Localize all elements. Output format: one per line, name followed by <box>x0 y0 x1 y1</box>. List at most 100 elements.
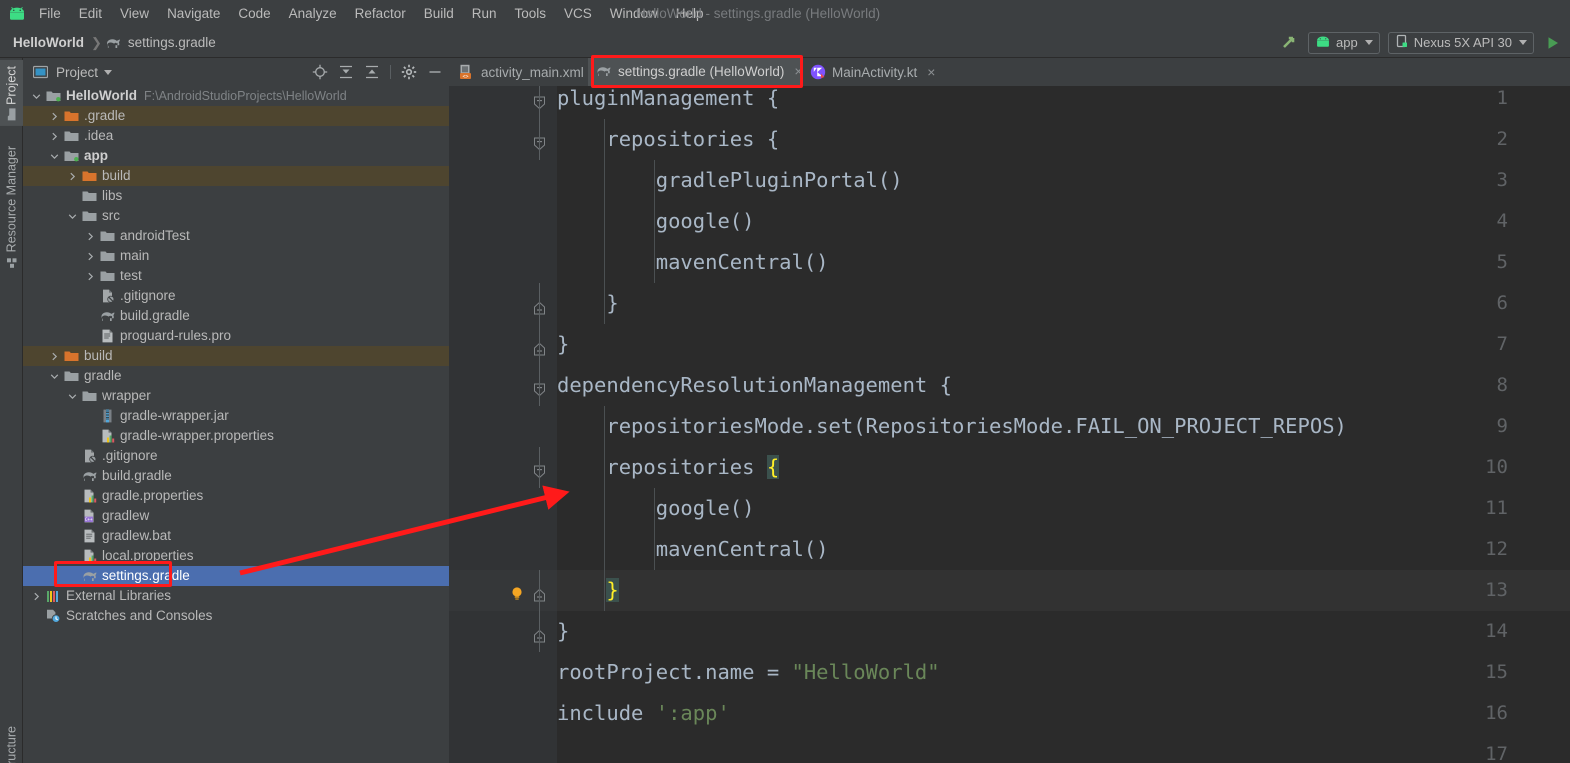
code-line[interactable]: mavenCentral() <box>557 529 829 570</box>
sidebar-tab-structure[interactable]: Structure <box>0 720 23 763</box>
expand-all-icon[interactable] <box>338 64 354 80</box>
code-line[interactable]: } <box>557 283 618 324</box>
line-number: 4 <box>1496 210 1508 232</box>
intention-bulb-icon[interactable] <box>510 583 524 600</box>
tree-item-wrapper[interactable]: wrapper <box>23 386 449 406</box>
code-line[interactable]: } <box>557 611 569 652</box>
chevron-down-icon[interactable] <box>31 91 42 102</box>
code-line[interactable]: rootProject.name = "HelloWorld" <box>557 652 940 693</box>
folder-icon <box>99 230 116 242</box>
tree-item-libs[interactable]: libs <box>23 186 449 206</box>
run-button[interactable] <box>1542 32 1564 54</box>
tree-item-helloworld[interactable]: HelloWorld F:\AndroidStudioProjects\Hello… <box>23 86 449 106</box>
tree-item--idea[interactable]: .idea <box>23 126 449 146</box>
code-line[interactable]: gradlePluginPortal() <box>557 160 903 201</box>
tree-item-src[interactable]: src <box>23 206 449 226</box>
chevron-down-icon[interactable] <box>49 151 60 162</box>
chevron-down-icon[interactable] <box>67 211 78 222</box>
code-line[interactable]: pluginManagement { <box>557 86 779 119</box>
folder-icon <box>63 130 80 142</box>
tree-item-settings-gradle[interactable]: settings.gradle <box>23 566 449 586</box>
locate-target-icon[interactable] <box>312 64 328 80</box>
code-line[interactable]: repositoriesMode.set(RepositoriesMode.FA… <box>557 406 1347 447</box>
tree-item--gradle[interactable]: .gradle <box>23 106 449 126</box>
code-line[interactable]: dependencyResolutionManagement { <box>557 365 952 406</box>
svg-text:<>: <> <box>462 74 468 80</box>
code-line[interactable]: mavenCentral() <box>557 242 829 283</box>
chevron-right-icon[interactable] <box>49 131 60 142</box>
tree-item-gradle-wrapper-properties[interactable]: gradle-wrapper.properties <box>23 426 449 446</box>
code-line[interactable]: repositories { <box>557 447 780 488</box>
tree-item-proguard-rules-pro[interactable]: proguard-rules.pro <box>23 326 449 346</box>
breadcrumb-project[interactable]: HelloWorld <box>10 35 87 50</box>
tree-item-build-gradle[interactable]: build.gradle <box>23 306 449 326</box>
menu-item-file[interactable]: File <box>30 3 70 24</box>
device-selector[interactable]: Nexus 5X API 30 <box>1387 31 1534 54</box>
chevron-right-icon[interactable] <box>85 251 96 262</box>
chevron-right-icon[interactable] <box>85 271 96 282</box>
tree-item-build[interactable]: build <box>23 166 449 186</box>
editor-gutter[interactable] <box>449 86 557 763</box>
tree-item-gradle[interactable]: gradle <box>23 366 449 386</box>
toolbar-divider <box>390 65 391 79</box>
tree-item-androidtest[interactable]: androidTest <box>23 226 449 246</box>
hide-minimize-icon[interactable] <box>427 64 443 80</box>
proguard-file-icon <box>99 329 116 343</box>
tree-item-main[interactable]: main <box>23 246 449 266</box>
code-line[interactable]: google() <box>557 201 755 242</box>
folder-icon <box>99 250 116 262</box>
menu-item-view[interactable]: View <box>111 3 158 24</box>
chevron-down-icon[interactable] <box>49 371 60 382</box>
chevron-right-icon[interactable] <box>49 351 60 362</box>
external-libraries-icon <box>45 590 62 603</box>
close-icon[interactable]: × <box>927 64 935 80</box>
code-line[interactable]: repositories { <box>557 119 779 160</box>
chevron-down-icon[interactable] <box>104 69 113 75</box>
breadcrumb-file[interactable]: settings.gradle <box>125 35 219 50</box>
chevron-down-icon <box>1519 40 1527 45</box>
sidebar-tab-project[interactable]: Project <box>0 60 23 126</box>
tree-item-test[interactable]: test <box>23 266 449 286</box>
code-line[interactable]: google() <box>557 488 755 529</box>
code-line[interactable]: } <box>557 570 619 611</box>
tree-item--gitignore[interactable]: .gitignore <box>23 446 449 466</box>
chevron-right-icon[interactable] <box>31 591 42 602</box>
menu-item-analyze[interactable]: Analyze <box>280 3 346 24</box>
menu-item-navigate[interactable]: Navigate <box>158 3 229 24</box>
tree-item--gitignore[interactable]: .gitignore <box>23 286 449 306</box>
project-file-tree[interactable]: HelloWorld F:\AndroidStudioProjects\Hello… <box>23 86 449 763</box>
tree-item-local-properties[interactable]: local.properties <box>23 546 449 566</box>
run-configuration-selector[interactable]: app <box>1308 31 1380 54</box>
tree-item-scratches-and-consoles[interactable]: Scratches and Consoles <box>23 606 449 626</box>
menu-item-edit[interactable]: Edit <box>70 3 111 24</box>
editor-tab-activitymain.xml[interactable]: <>activity_main.xml× <box>451 58 602 86</box>
tree-item-gradlew[interactable]: C++ gradlew <box>23 506 449 526</box>
code-line[interactable]: } <box>557 324 569 365</box>
code-line[interactable]: include ':app' <box>557 693 730 734</box>
menu-item-refactor[interactable]: Refactor <box>346 3 415 24</box>
tree-item-gradle-properties[interactable]: gradle.properties <box>23 486 449 506</box>
chevron-right-icon[interactable] <box>67 171 78 182</box>
sidebar-tab-resource-manager[interactable]: Resource Manager <box>0 140 23 273</box>
chevron-right-icon[interactable] <box>49 111 60 122</box>
editor-tab-settings.gradle[interactable]: settings.gradle (HelloWorld) × <box>588 58 803 86</box>
chevron-right-icon[interactable] <box>85 231 96 242</box>
menu-item-build[interactable]: Build <box>415 3 463 24</box>
menu-item-vcs[interactable]: VCS <box>555 3 601 24</box>
code-editor[interactable]: 1 pluginManagement {2 repositories {3 gra… <box>449 86 1570 763</box>
tree-item-gradlew-bat[interactable]: gradlew.bat <box>23 526 449 546</box>
settings-gear-icon[interactable] <box>401 64 417 80</box>
tree-item-app[interactable]: app <box>23 146 449 166</box>
tree-item-external-libraries[interactable]: External Libraries <box>23 586 449 606</box>
menu-item-tools[interactable]: Tools <box>506 3 556 24</box>
tree-item-gradle-wrapper-jar[interactable]: gradle-wrapper.jar <box>23 406 449 426</box>
menu-item-run[interactable]: Run <box>463 3 506 24</box>
chevron-down-icon[interactable] <box>67 391 78 402</box>
tree-item-build[interactable]: build <box>23 346 449 366</box>
make-project-icon[interactable] <box>1278 32 1300 54</box>
tree-item-build-gradle[interactable]: build.gradle <box>23 466 449 486</box>
gitignore-icon <box>99 289 116 303</box>
collapse-all-icon[interactable] <box>364 64 380 80</box>
editor-tab-MainActivity.kt[interactable]: MainActivity.kt × <box>802 58 937 86</box>
menu-item-code[interactable]: Code <box>229 3 279 24</box>
